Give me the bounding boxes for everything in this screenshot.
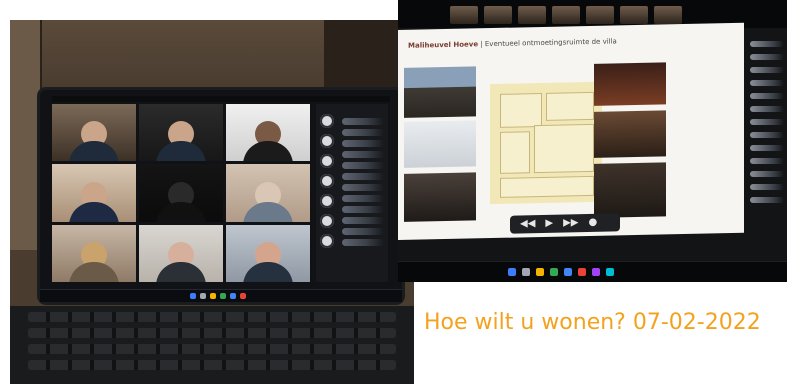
slide-photo <box>404 120 476 168</box>
browser-icon[interactable] <box>220 293 226 299</box>
more-button[interactable] <box>320 214 334 228</box>
slide-photo <box>404 172 476 222</box>
video-tile <box>52 224 136 282</box>
start-icon[interactable] <box>190 293 196 299</box>
floorplan-image <box>490 81 602 205</box>
participant-row[interactable] <box>750 80 784 86</box>
video-tile <box>226 104 310 162</box>
participant-row[interactable] <box>342 151 384 158</box>
participant-row[interactable] <box>342 206 384 213</box>
thumbnail[interactable] <box>518 6 546 24</box>
explorer-icon[interactable] <box>210 293 216 299</box>
participant-list <box>342 114 384 272</box>
participant-row[interactable] <box>750 184 784 190</box>
keyboard <box>10 306 414 384</box>
thumbnail[interactable] <box>484 6 512 24</box>
rewind-icon[interactable]: ◀◀ <box>520 218 535 229</box>
participant-row[interactable] <box>750 171 784 177</box>
play-icon[interactable]: ▶ <box>545 218 553 229</box>
participants-button[interactable] <box>320 194 334 208</box>
participant-list <box>750 34 784 234</box>
slide-title: Maliheuvel Hoeve | Eventueel ontmoetings… <box>408 37 617 49</box>
participant-row[interactable] <box>342 184 384 191</box>
app-icon[interactable] <box>592 268 600 276</box>
presentation-slide: Maliheuvel Hoeve | Eventueel ontmoetings… <box>398 22 744 240</box>
search-icon[interactable] <box>522 268 530 276</box>
slide-title-bold: Maliheuvel Hoeve <box>408 40 479 50</box>
video-tile <box>226 224 310 282</box>
participant-row[interactable] <box>342 195 384 202</box>
participant-row[interactable] <box>750 54 784 60</box>
call-controls <box>320 114 338 264</box>
slide-photo <box>404 66 476 118</box>
video-tile <box>226 164 310 222</box>
mail-icon[interactable] <box>564 268 572 276</box>
participant-row[interactable] <box>342 129 384 136</box>
thumbnail[interactable] <box>552 6 580 24</box>
participant-row[interactable] <box>342 162 384 169</box>
participant-row[interactable] <box>750 197 784 203</box>
slide-photo <box>594 110 666 158</box>
participant-row[interactable] <box>750 106 784 112</box>
video-grid <box>52 104 310 282</box>
thumbnail[interactable] <box>620 6 648 24</box>
app-icon[interactable] <box>240 293 246 299</box>
app-icon[interactable] <box>606 268 614 276</box>
participant-row[interactable] <box>750 67 784 73</box>
fast-forward-icon[interactable]: ▶▶ <box>563 217 578 228</box>
left-photo <box>10 20 414 384</box>
laptop-screen <box>40 90 402 302</box>
app-icon[interactable] <box>578 268 586 276</box>
thumbnail[interactable] <box>450 6 478 24</box>
explorer-icon[interactable] <box>536 268 544 276</box>
windows-taskbar <box>398 261 787 282</box>
right-photo: Maliheuvel Hoeve | Eventueel ontmoetings… <box>398 0 787 282</box>
mail-icon[interactable] <box>230 293 236 299</box>
participant-row[interactable] <box>750 119 784 125</box>
search-icon[interactable] <box>200 293 206 299</box>
leave-button[interactable] <box>320 234 334 248</box>
video-tile <box>139 224 223 282</box>
more-icon[interactable]: ● <box>588 217 597 228</box>
mic-button[interactable] <box>320 114 334 128</box>
chat-button[interactable] <box>320 174 334 188</box>
participant-row[interactable] <box>750 93 784 99</box>
windows-taskbar <box>40 289 402 302</box>
participant-row[interactable] <box>342 118 384 125</box>
participant-row[interactable] <box>342 140 384 147</box>
slide-title-rest: | Eventueel ontmoetingsruimte de villa <box>478 37 617 49</box>
participant-panel <box>316 104 388 282</box>
participant-row[interactable] <box>750 158 784 164</box>
thumbnail[interactable] <box>586 6 614 24</box>
video-tile <box>139 104 223 162</box>
room-door <box>10 20 42 250</box>
participant-row[interactable] <box>750 41 784 47</box>
camera-button[interactable] <box>320 134 334 148</box>
participant-row[interactable] <box>342 173 384 180</box>
participant-row[interactable] <box>342 228 384 235</box>
media-controls: ◀◀ ▶ ▶▶ ● <box>510 213 620 234</box>
participant-row[interactable] <box>342 239 384 246</box>
thumbnail[interactable] <box>654 6 682 24</box>
share-button[interactable] <box>320 154 334 168</box>
caption-text: Hoe wilt u wonen? 07-02-2022 <box>424 310 761 335</box>
slide-photo <box>594 162 666 218</box>
video-tile <box>52 104 136 162</box>
participant-row[interactable] <box>750 145 784 151</box>
participant-row[interactable] <box>750 132 784 138</box>
slide-photo <box>594 62 666 106</box>
browser-icon[interactable] <box>550 268 558 276</box>
participant-row[interactable] <box>342 217 384 224</box>
video-tile <box>139 164 223 222</box>
video-call-topbar <box>52 96 390 102</box>
video-tile <box>52 164 136 222</box>
start-icon[interactable] <box>508 268 516 276</box>
